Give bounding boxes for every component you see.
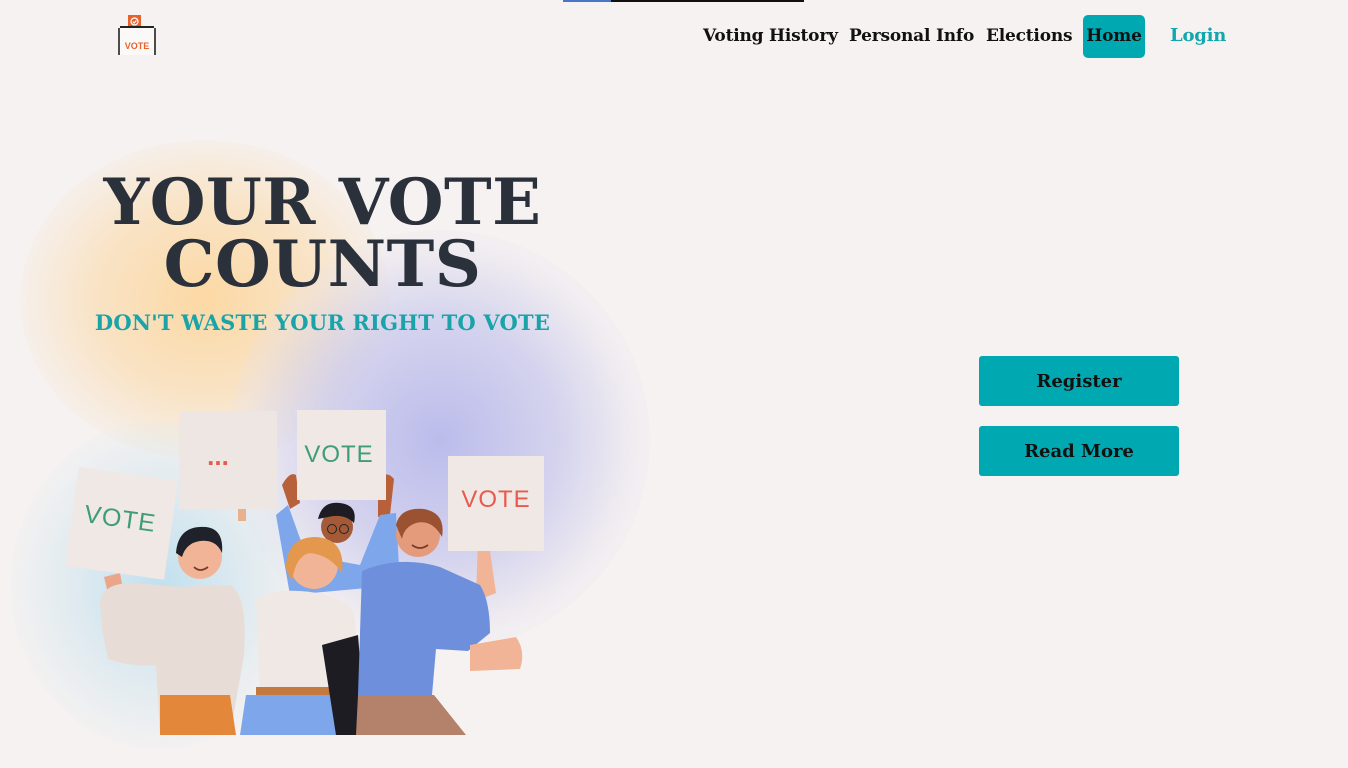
sign-vote-right-text: VOTE bbox=[461, 486, 530, 513]
hero-title-line1: YOUR VOTE bbox=[103, 165, 542, 240]
nav-login[interactable]: Login bbox=[1170, 14, 1226, 57]
top-progress-bar bbox=[563, 0, 804, 2]
nav-personal-info[interactable]: Personal Info bbox=[849, 15, 974, 58]
sign-dots-text: ... bbox=[207, 441, 229, 471]
nav-elections[interactable]: Elections bbox=[986, 15, 1073, 58]
page: VOTE Voting History Personal Info Electi… bbox=[0, 0, 1348, 768]
read-more-button[interactable]: Read More bbox=[979, 426, 1179, 476]
sign-vote-left: VOTE bbox=[65, 466, 179, 580]
voters-illustration: ... VOTE VOTE VOTE bbox=[65, 410, 544, 735]
nav-voting-history[interactable]: Voting History bbox=[703, 15, 838, 58]
nav-home[interactable]: Home bbox=[1083, 15, 1145, 58]
sign-vote-center-text: VOTE bbox=[304, 441, 373, 468]
hero-title-line2: COUNTS bbox=[163, 227, 482, 302]
sign-dots: ... bbox=[179, 411, 277, 521]
hero-title: YOUR VOTE COUNTS bbox=[60, 165, 585, 302]
hero-subtitle: DON'T WASTE YOUR RIGHT TO VOTE bbox=[94, 310, 551, 335]
main-nav: Voting History Personal Info Elections H… bbox=[0, 15, 1348, 59]
sign-vote-right: VOTE bbox=[448, 456, 544, 551]
sign-vote-center: VOTE bbox=[297, 410, 386, 500]
top-progress-fill bbox=[563, 0, 612, 2]
register-button[interactable]: Register bbox=[979, 356, 1179, 406]
